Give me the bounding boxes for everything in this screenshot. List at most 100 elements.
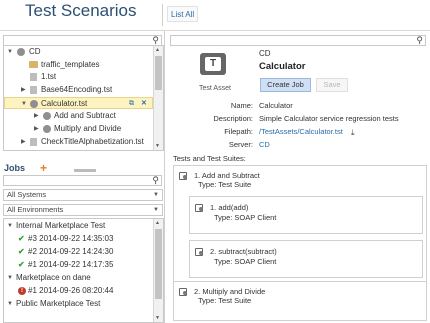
asset-name: Calculator [259, 61, 306, 72]
job-group[interactable]: ▼ Public Marketplace Test [4, 298, 153, 310]
tree-item-1-tst[interactable]: 1.tst [4, 71, 153, 83]
test-case-title: 2. subtract(subtract) [210, 247, 277, 256]
jobs-title: Jobs [4, 163, 26, 173]
test-case-type: Type: SOAP Client [214, 257, 277, 266]
test-case-card[interactable]: 1. add(add) Type: SOAP Client [189, 196, 423, 234]
filepath-label: Filepath: [224, 127, 253, 136]
tree-item-label: Base64Encoding.tst [41, 85, 113, 94]
job-run-label: #1 2014-09-26 08:20:44 [28, 286, 114, 295]
save-button[interactable]: Save [316, 78, 348, 92]
job-run[interactable]: ✔ #1 2014-09-22 14:17:35 [4, 259, 153, 271]
test-case-title: 1. add(add) [210, 203, 249, 212]
tree-item-label: Calculator.tst [41, 99, 88, 108]
tree-item-calculator[interactable]: ▼ Calculator.tst ⧉ ✕ [4, 97, 153, 109]
test-case-icon [195, 203, 204, 212]
tree-item-base64encoding[interactable]: ▶ Base64Encoding.tst [4, 84, 153, 96]
job-run-label: #1 2014-09-22 14:17:35 [28, 260, 114, 269]
tree-item-label: CD [29, 47, 41, 56]
expand-arrow-icon[interactable]: ▶ [34, 123, 39, 135]
list-all-link[interactable]: List All [167, 6, 199, 22]
tree-item-label: traffic_templates [41, 60, 100, 69]
collapse-arrow-icon[interactable]: ▼ [7, 220, 13, 232]
file-icon [30, 86, 37, 94]
tree-item-multiply-and-divide[interactable]: ▶ Multiply and Divide [4, 123, 153, 135]
folder-icon [29, 61, 38, 68]
job-run[interactable]: ! #1 2014-09-26 08:20:44 [4, 285, 153, 297]
left-panel: ⚲ ▼ CD traffic_templates 1.tst ▶ Base64E… [0, 31, 165, 323]
scroll-down-icon[interactable]: ▼ [155, 143, 160, 149]
test-asset-icon: T [200, 53, 226, 75]
description-label: Description: [213, 114, 253, 123]
search-icon[interactable]: ⚲ [416, 36, 423, 45]
success-check-icon: ✔ [18, 260, 25, 269]
scroll-down-icon[interactable]: ▼ [155, 315, 160, 321]
tests-and-suites-label: Tests and Test Suites: [173, 154, 246, 163]
environments-select[interactable]: All Environments ▼ [3, 204, 163, 216]
job-group-label: Public Marketplace Test [16, 299, 101, 308]
jobs-scrollbar[interactable]: ▲ ▼ [153, 219, 163, 322]
server-icon [17, 48, 25, 56]
job-run-label: #2 2014-09-22 14:24:30 [28, 247, 114, 256]
search-icon[interactable]: ⚲ [152, 36, 159, 45]
create-job-button[interactable]: Create Job [260, 78, 311, 92]
search-icon[interactable]: ⚲ [152, 176, 159, 185]
tree-item-label: Multiply and Divide [54, 124, 122, 133]
tree-item-label: Add and Subtract [54, 111, 116, 120]
test-suite-card[interactable]: 2. Multiply and Divide Type: Test Suite [173, 281, 427, 321]
scroll-up-icon[interactable]: ▲ [155, 47, 160, 53]
jobs-list: ▼ Internal Marketplace Test ✔ #3 2014-09… [3, 218, 164, 323]
tree-item-cd[interactable]: ▼ CD [4, 46, 153, 58]
systems-select[interactable]: All Systems ▼ [3, 189, 163, 201]
job-run[interactable]: ✔ #3 2014-09-22 14:35:03 [4, 233, 153, 245]
collapse-arrow-icon[interactable]: ▼ [7, 272, 13, 284]
tree-item-add-and-subtract[interactable]: ▶ Add and Subtract [4, 110, 153, 122]
test-case-card[interactable]: 2. subtract(subtract) Type: SOAP Client [189, 240, 423, 278]
scroll-thumb[interactable] [155, 56, 162, 90]
tree-item-traffic-templates[interactable]: traffic_templates [4, 59, 153, 71]
job-run[interactable]: ✔ #2 2014-09-22 14:24:30 [4, 246, 153, 258]
detail-panel: ⚲ T Test Asset CD Calculator Create Job … [170, 31, 430, 323]
jobs-header: Jobs + [0, 161, 165, 175]
description-value: Simple Calculator service regression tes… [259, 114, 399, 123]
asset-path: CD [259, 49, 271, 58]
job-group[interactable]: ▼ Marketplace on dane [4, 272, 153, 284]
jobs-search-input[interactable]: ⚲ [3, 175, 162, 186]
file-icon [30, 73, 37, 81]
expand-arrow-icon[interactable]: ▶ [21, 136, 26, 148]
success-check-icon: ✔ [18, 234, 25, 243]
expand-arrow-icon[interactable]: ▶ [21, 84, 26, 96]
suite-title: 1. Add and Subtract [194, 171, 260, 180]
scroll-thumb[interactable] [155, 229, 162, 299]
job-group-label: Internal Marketplace Test [16, 221, 106, 230]
tree-scrollbar[interactable]: ▲ ▼ [153, 46, 163, 150]
test-suite-icon [43, 125, 51, 133]
tree-item-checktitle[interactable]: ▶ CheckTitleAlphabetization.tst [4, 136, 153, 148]
test-case-type: Type: SOAP Client [214, 213, 277, 222]
copy-icon[interactable]: ⧉ [129, 98, 134, 110]
expand-arrow-icon[interactable]: ▶ [34, 110, 39, 122]
detail-search-input[interactable]: ⚲ [170, 35, 426, 46]
test-suite-icon [179, 287, 188, 296]
file-icon [30, 138, 37, 146]
server-label: Server: [228, 140, 253, 149]
page-title: Test Scenarios [25, 1, 137, 20]
panel-resize-handle[interactable] [74, 169, 96, 172]
job-group[interactable]: ▼ Internal Marketplace Test [4, 220, 153, 232]
test-suite-card[interactable]: 1. Add and Subtract Type: Test Suite 1. … [173, 165, 427, 297]
tree-item-label: 1.tst [41, 72, 57, 81]
collapse-arrow-icon[interactable]: ▼ [7, 298, 13, 310]
asset-caption: Test Asset [199, 85, 231, 92]
chevron-down-icon: ▼ [153, 192, 159, 198]
download-icon[interactable]: ⤓ [351, 128, 355, 138]
collapse-arrow-icon[interactable]: ▼ [21, 98, 27, 110]
scroll-up-icon[interactable]: ▲ [155, 220, 160, 226]
delete-icon[interactable]: ✕ [141, 98, 147, 110]
filepath-link[interactable]: /TestAssets/Calculator.tst [259, 127, 343, 136]
collapse-arrow-icon[interactable]: ▼ [7, 46, 13, 58]
add-job-button[interactable]: + [40, 161, 47, 175]
tree-item-label: CheckTitleAlphabetization.tst [41, 137, 144, 146]
server-link[interactable]: CD [259, 140, 270, 149]
environments-select-value: All Environments [7, 205, 64, 214]
suite-type: Type: Test Suite [198, 180, 252, 189]
suite-type: Type: Test Suite [198, 296, 252, 305]
